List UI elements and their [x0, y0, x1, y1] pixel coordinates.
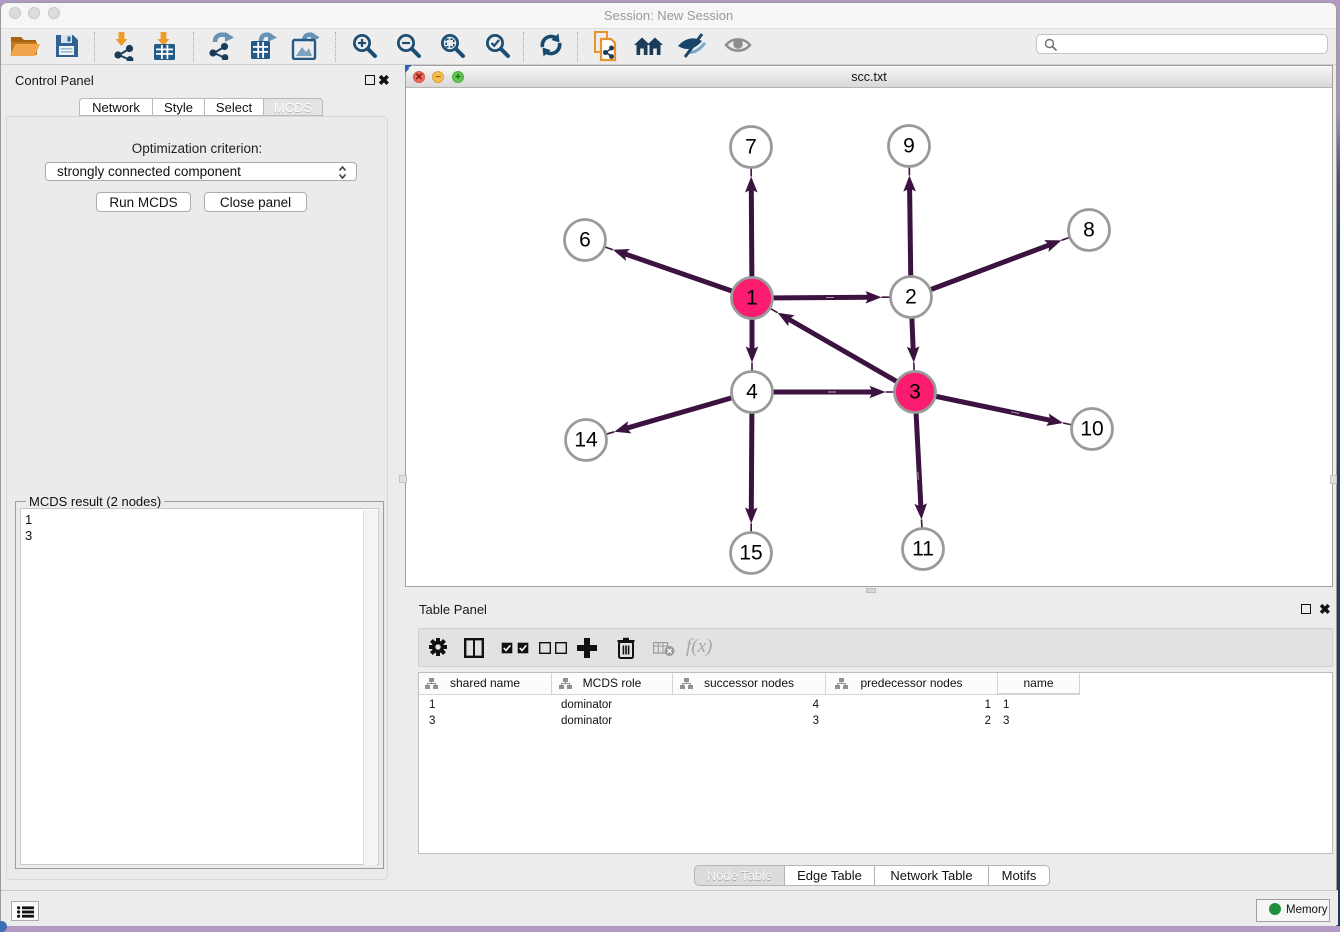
svg-text:11: 11 — [912, 538, 934, 561]
svg-text:10: 10 — [1080, 418, 1103, 441]
svg-text:2: 2 — [905, 286, 917, 309]
svg-text:6: 6 — [579, 229, 591, 252]
svg-text:14: 14 — [574, 429, 598, 452]
svg-text:1: 1 — [746, 287, 758, 310]
svg-text:9: 9 — [903, 135, 915, 158]
svg-text:7: 7 — [745, 136, 757, 159]
svg-text:8: 8 — [1083, 219, 1095, 242]
svg-text:4: 4 — [746, 381, 758, 404]
svg-text:3: 3 — [909, 381, 921, 404]
svg-text:15: 15 — [739, 542, 762, 565]
